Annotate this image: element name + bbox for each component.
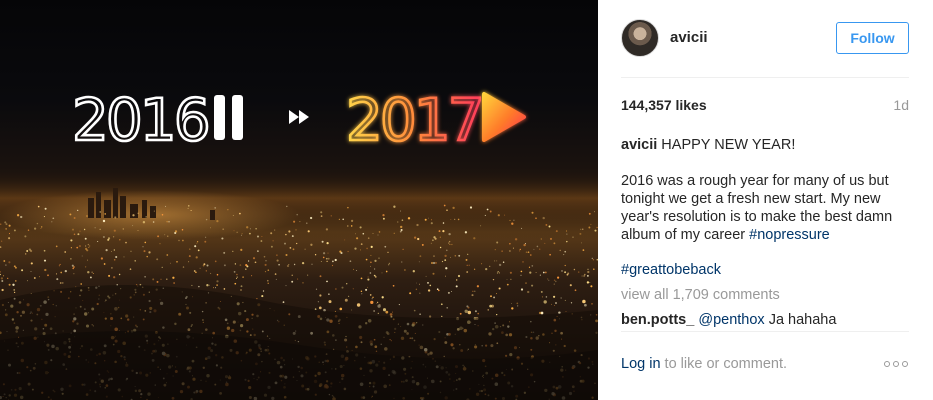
comment-text: Ja hahaha <box>764 312 837 328</box>
login-link[interactable]: Log in <box>621 356 661 372</box>
comment-username[interactable]: ben.potts_ <box>621 312 694 328</box>
likes-count[interactable]: 144,357 likes <box>621 97 707 113</box>
footer-divider <box>621 331 909 332</box>
avatar[interactable] <box>621 19 659 57</box>
post-header: avicii Follow <box>598 0 933 78</box>
username[interactable]: avicii <box>670 29 708 46</box>
play-icon <box>482 92 526 142</box>
caption-username[interactable]: avicii <box>621 137 657 153</box>
fast-forward-icon <box>289 110 309 124</box>
post-image[interactable]: 2016 2017 <box>0 0 598 400</box>
caption: avicii HAPPY NEW YEAR! 2016 was a rough … <box>621 136 911 244</box>
year-transition-graphic: 2016 2017 <box>71 85 526 155</box>
more-options-icon[interactable] <box>884 357 910 371</box>
comment-mention[interactable]: @penthox <box>698 312 764 328</box>
post-age[interactable]: 1d <box>893 97 909 113</box>
view-all-comments-link[interactable]: view all 1,709 comments <box>621 287 780 303</box>
year-2016-text: 2016 <box>72 86 208 154</box>
header-divider <box>621 77 909 78</box>
caption-title: HAPPY NEW YEAR! <box>657 137 796 153</box>
post-details-panel: avicii Follow 144,357 likes 1d avicii HA… <box>598 0 933 400</box>
likes-row: 144,357 likes 1d <box>621 97 909 113</box>
comment-item: ben.potts_ @penthox Ja hahaha <box>621 312 836 328</box>
hashtag-greattobeback[interactable]: #greattobeback <box>621 262 721 278</box>
follow-button[interactable]: Follow <box>836 22 909 54</box>
hashtag-nopressure[interactable]: #nopressure <box>749 227 830 243</box>
login-prompt: Log in to like or comment. <box>621 356 787 372</box>
login-suffix: to like or comment. <box>660 356 788 372</box>
year-2017-text: 2017 <box>346 86 482 154</box>
pause-icon <box>214 95 243 140</box>
